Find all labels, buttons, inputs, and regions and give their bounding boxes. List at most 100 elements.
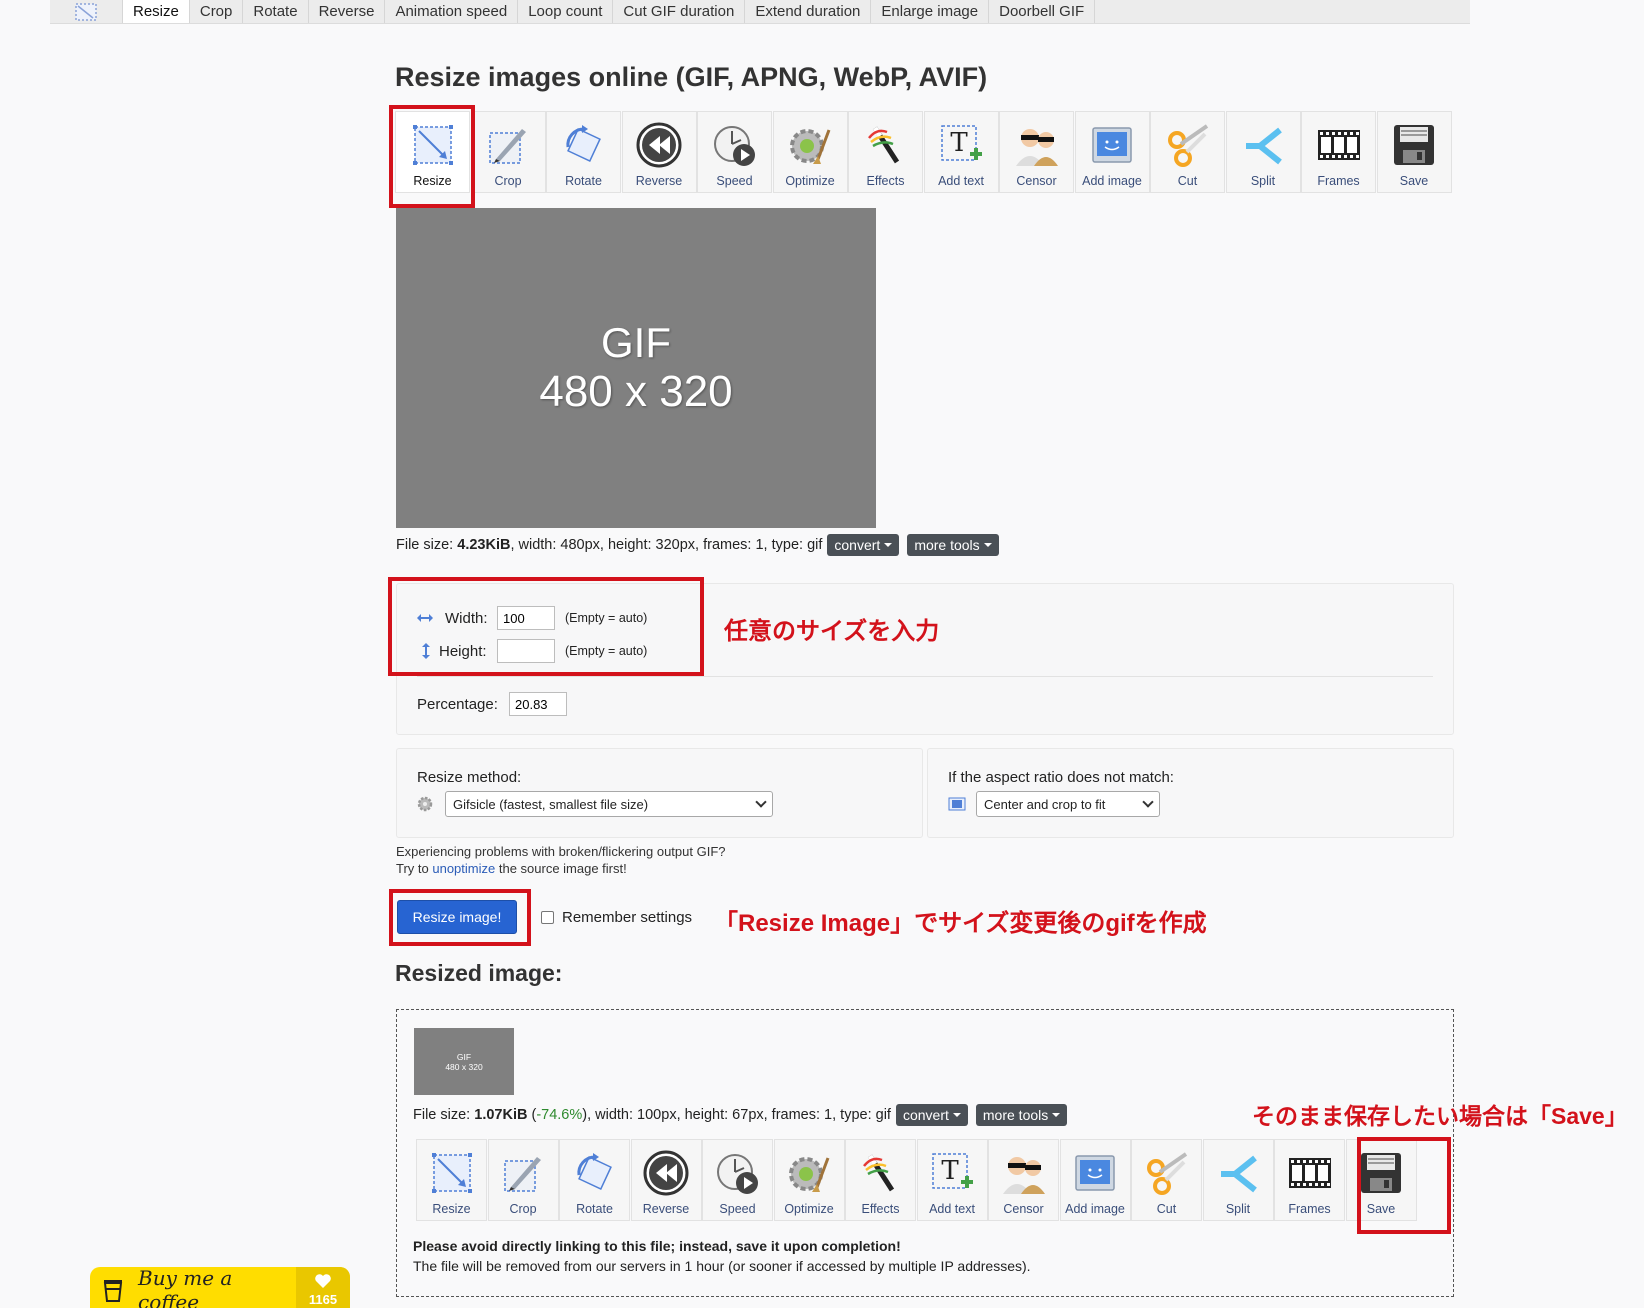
split-icon bbox=[1213, 1148, 1263, 1198]
supporter-count-value: 1165 bbox=[308, 1291, 338, 1307]
add-text-icon: T bbox=[927, 1148, 977, 1198]
aspect-ratio-select[interactable]: Center and crop to fit bbox=[976, 791, 1160, 817]
crop-icon bbox=[483, 120, 533, 170]
tool-label: Crop bbox=[494, 174, 522, 188]
tool-frames[interactable]: Frames bbox=[1301, 111, 1376, 193]
tool-split[interactable]: Split bbox=[1225, 111, 1301, 193]
resized-file-info-details: ), width: 100px, height: 67px, frames: 1… bbox=[582, 1107, 891, 1123]
nav-tab-extend-duration[interactable]: Extend duration bbox=[745, 0, 872, 23]
resize-method-row: Gifsicle (fastest, smallest file size) bbox=[417, 791, 773, 817]
nav-tab-enlarge-image[interactable]: Enlarge image bbox=[871, 0, 990, 23]
nav-tab-loop-count[interactable]: Loop count bbox=[518, 0, 614, 23]
nav-tab-resize[interactable]: Resize bbox=[122, 0, 190, 23]
remember-settings: Remember settings bbox=[541, 909, 692, 926]
effects-icon bbox=[861, 120, 911, 170]
remember-settings-label[interactable]: Remember settings bbox=[562, 909, 692, 926]
tool-label: Resize bbox=[413, 174, 452, 188]
tool-rotate[interactable]: Rotate bbox=[546, 111, 621, 193]
tool-label: Add image bbox=[1065, 1202, 1125, 1216]
nav-tab-rotate[interactable]: Rotate bbox=[243, 0, 309, 23]
film-icon bbox=[1314, 120, 1364, 170]
buy-me-a-coffee-button[interactable]: Buy me a coffee 1165 bbox=[90, 1267, 350, 1308]
tool-censor[interactable]: Censor bbox=[999, 111, 1074, 193]
resized-more-tools-button[interactable]: more tools bbox=[975, 1104, 1068, 1126]
remember-settings-checkbox[interactable] bbox=[541, 911, 554, 924]
optimize-icon bbox=[785, 120, 835, 170]
tool-reverse[interactable]: Reverse bbox=[630, 1139, 702, 1221]
effects-icon bbox=[856, 1148, 906, 1198]
top-nav: Resize Crop Rotate Reverse Animation spe… bbox=[50, 0, 1470, 24]
nav-tab-reverse[interactable]: Reverse bbox=[309, 0, 386, 23]
percentage-input[interactable] bbox=[509, 692, 567, 716]
resized-thumbnail: GIF 480 x 320 bbox=[414, 1028, 514, 1095]
svg-text:T: T bbox=[950, 128, 968, 158]
tool-save[interactable]: Save bbox=[1345, 1139, 1417, 1221]
tool-reverse[interactable]: Reverse bbox=[621, 111, 697, 193]
resized-convert-button[interactable]: convert bbox=[895, 1104, 968, 1126]
tool-speed[interactable]: Speed bbox=[697, 111, 772, 193]
split-icon bbox=[1238, 120, 1288, 170]
tool-rotate[interactable]: Rotate bbox=[559, 1139, 630, 1221]
tool-resize[interactable]: Resize bbox=[395, 111, 470, 193]
tool-add-text[interactable]: T Add text bbox=[923, 111, 999, 193]
tool-crop[interactable]: Crop bbox=[487, 1139, 559, 1221]
height-input[interactable] bbox=[497, 639, 555, 663]
tool-label: Save bbox=[1399, 174, 1429, 188]
tool-label: Cut bbox=[1177, 174, 1198, 188]
gear-icon bbox=[417, 796, 437, 812]
tool-add-text[interactable]: T Add text bbox=[916, 1139, 988, 1221]
tool-effects[interactable]: Effects bbox=[845, 1139, 916, 1221]
tool-save[interactable]: Save bbox=[1376, 111, 1452, 193]
convert-label: convert bbox=[902, 1107, 949, 1123]
tool-label: Optimize bbox=[784, 1202, 834, 1216]
nav-tab-doorbell-gif[interactable]: Doorbell GIF bbox=[989, 0, 1096, 23]
tool-censor[interactable]: Censor bbox=[988, 1139, 1059, 1221]
aspect-ratio-row: Center and crop to fit bbox=[948, 791, 1160, 817]
chevron-down-icon bbox=[755, 796, 767, 808]
scissors-icon bbox=[1163, 120, 1213, 170]
site-logo-icon[interactable] bbox=[50, 0, 122, 23]
convert-button[interactable]: convert bbox=[827, 534, 900, 556]
tool-add-image[interactable]: Add image bbox=[1074, 111, 1150, 193]
tool-frames[interactable]: Frames bbox=[1274, 1139, 1345, 1221]
tool-label: Cut bbox=[1156, 1202, 1177, 1216]
add-text-icon: T bbox=[936, 120, 986, 170]
tool-cut[interactable]: Cut bbox=[1131, 1139, 1202, 1221]
tool-resize[interactable]: Resize bbox=[416, 1139, 487, 1221]
tool-speed[interactable]: Speed bbox=[702, 1139, 773, 1221]
tool-label: Frames bbox=[1288, 1202, 1331, 1216]
tool-cut[interactable]: Cut bbox=[1150, 111, 1225, 193]
tool-optimize[interactable]: Optimize bbox=[773, 1139, 845, 1221]
nav-tab-animation-speed[interactable]: Animation speed bbox=[385, 0, 519, 23]
nav-tab-cut-gif-duration[interactable]: Cut GIF duration bbox=[613, 0, 746, 23]
width-input[interactable] bbox=[497, 606, 555, 630]
more-tools-label: more tools bbox=[914, 537, 980, 553]
tool-label: Resize bbox=[432, 1202, 471, 1216]
add-image-icon bbox=[1087, 120, 1137, 170]
tool-label: Optimize bbox=[785, 174, 835, 188]
help-line-2-suffix: the source image first! bbox=[495, 861, 627, 876]
more-tools-button[interactable]: more tools bbox=[907, 534, 999, 556]
thumb-dimensions: 480 x 320 bbox=[445, 1061, 483, 1072]
tool-optimize[interactable]: Optimize bbox=[772, 111, 848, 193]
tool-crop[interactable]: Crop bbox=[470, 111, 546, 193]
tool-add-image[interactable]: Add image bbox=[1059, 1139, 1131, 1221]
censor-icon bbox=[999, 1148, 1049, 1198]
aspect-ratio-label: If the aspect ratio does not match: bbox=[948, 769, 1174, 786]
resize-icon bbox=[427, 1148, 477, 1198]
tool-label: Save bbox=[1366, 1202, 1396, 1216]
resize-image-button[interactable]: Resize image! bbox=[397, 900, 517, 934]
resized-tool-toolbar: Resize Crop Rotate Reverse Speed Optimiz… bbox=[416, 1139, 1417, 1221]
caret-down-icon bbox=[1052, 1113, 1061, 1117]
resize-method-select[interactable]: Gifsicle (fastest, smallest file size) bbox=[445, 791, 773, 817]
add-image-icon bbox=[1070, 1148, 1120, 1198]
tool-label: Split bbox=[1250, 174, 1276, 188]
nav-tab-crop[interactable]: Crop bbox=[190, 0, 244, 23]
tool-split[interactable]: Split bbox=[1202, 1139, 1274, 1221]
tool-label: Reverse bbox=[642, 1202, 690, 1216]
unoptimize-link[interactable]: unoptimize bbox=[432, 861, 495, 876]
tool-label: Effects bbox=[866, 174, 905, 188]
tool-label: Add text bbox=[938, 174, 984, 188]
tool-effects[interactable]: Effects bbox=[848, 111, 923, 193]
removal-notice: The file will be removed from our server… bbox=[413, 1258, 1031, 1274]
